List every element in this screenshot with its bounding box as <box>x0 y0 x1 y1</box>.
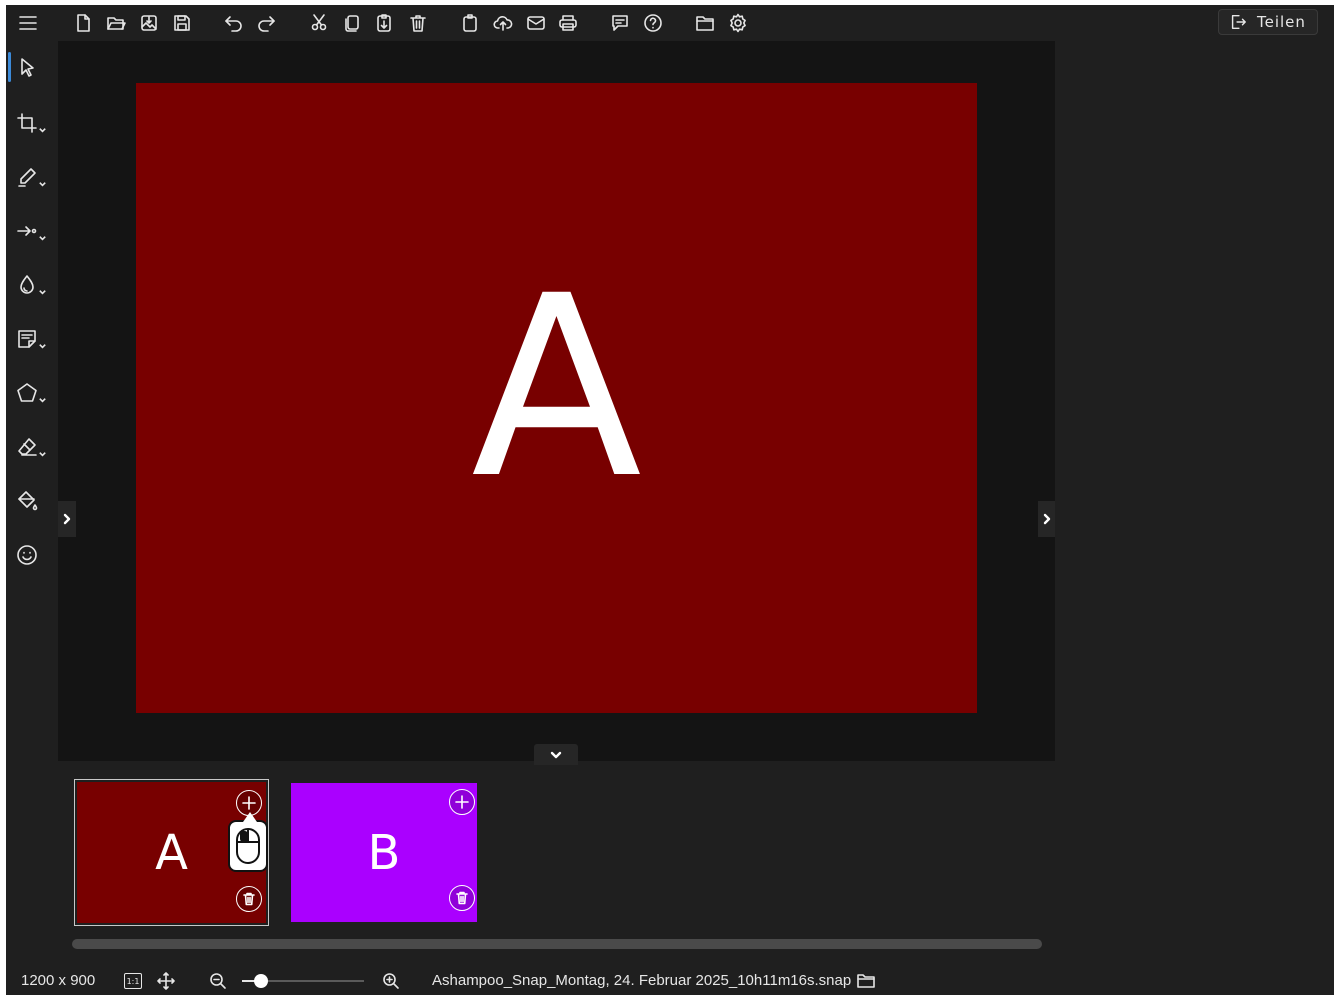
chevron-down-icon <box>39 343 46 349</box>
image-dimensions: 1200 x 900 <box>21 972 96 989</box>
chevron-down-icon <box>39 181 46 187</box>
chevron-down-icon <box>39 235 46 241</box>
thumbnail-letter: A <box>155 824 188 881</box>
paste-icon[interactable] <box>372 11 396 35</box>
upload-cloud-icon[interactable] <box>491 11 515 35</box>
new-file-icon[interactable] <box>71 11 95 35</box>
arrow-tool[interactable] <box>16 216 52 246</box>
email-icon[interactable] <box>524 11 548 35</box>
callout-pointer <box>243 812 257 822</box>
canvas-area[interactable]: A <box>58 41 1055 761</box>
chevron-down-icon <box>39 289 46 295</box>
share-label: Teilen <box>1257 13 1306 31</box>
save-icon[interactable] <box>170 11 194 35</box>
expand-left-panel-button[interactable] <box>58 501 76 537</box>
cut-icon[interactable] <box>307 11 331 35</box>
import-image-icon[interactable] <box>137 11 161 35</box>
smiley-icon <box>17 545 37 565</box>
note-tool[interactable] <box>16 324 52 354</box>
crop-tool[interactable] <box>16 108 52 138</box>
delete-icon[interactable] <box>406 11 430 35</box>
menu-icon[interactable] <box>16 11 40 35</box>
zoom-slider-handle[interactable] <box>253 974 268 988</box>
canvas-letter: A <box>470 242 643 533</box>
zoom-in-icon[interactable] <box>380 970 402 992</box>
cursor-arrow-icon <box>21 58 34 77</box>
eraser-tool[interactable] <box>16 432 52 462</box>
share-exit-icon <box>1231 14 1246 30</box>
right-panel <box>1055 41 1334 953</box>
active-tool-indicator <box>8 52 11 82</box>
crop-icon <box>17 113 37 133</box>
canvas-image[interactable]: A <box>136 83 977 713</box>
emoji-tool[interactable] <box>16 540 52 570</box>
collapse-strip-button[interactable] <box>534 744 578 766</box>
eraser-icon <box>18 438 37 456</box>
thumbnail-letter: B <box>367 824 401 881</box>
note-icon <box>18 330 36 348</box>
open-folder-icon[interactable] <box>104 11 128 35</box>
plus-icon <box>455 795 469 809</box>
redo-icon[interactable] <box>254 11 278 35</box>
chevron-right-icon <box>63 513 71 525</box>
chevron-right-icon <box>1043 513 1051 525</box>
open-folder-icon[interactable] <box>855 970 877 992</box>
zoom-out-icon[interactable] <box>207 970 229 992</box>
chevron-down-icon <box>550 751 562 759</box>
mouse-click-overlay <box>228 812 268 872</box>
thumbnail-scrollbar[interactable] <box>72 939 1042 949</box>
paint-bucket-icon <box>18 491 38 511</box>
add-thumbnail-button[interactable] <box>449 789 475 815</box>
clipboard-icon[interactable] <box>458 11 482 35</box>
top-toolbar: Teilen <box>6 5 1334 41</box>
undo-icon[interactable] <box>222 11 246 35</box>
print-icon[interactable] <box>556 11 580 35</box>
tool-column <box>6 41 58 953</box>
fill-tool[interactable] <box>16 486 52 516</box>
settings-icon[interactable] <box>726 11 750 35</box>
blur-tool[interactable] <box>16 270 52 300</box>
file-name: Ashampoo_Snap_Montag, 24. Februar 2025_1… <box>432 972 852 989</box>
plus-icon <box>242 796 256 810</box>
delete-thumbnail-button[interactable] <box>449 885 475 911</box>
fit-to-window-icon[interactable] <box>155 970 177 992</box>
pen-icon <box>18 168 36 187</box>
delete-thumbnail-button[interactable] <box>236 886 262 912</box>
zoom-slider-track[interactable] <box>252 980 364 982</box>
arrow-right-icon <box>17 226 37 236</box>
chevron-down-icon <box>39 451 46 457</box>
trash-icon <box>243 892 255 906</box>
mouse-icon <box>236 828 260 864</box>
share-button[interactable]: Teilen <box>1218 9 1318 35</box>
actual-size-button[interactable]: 1:1 <box>124 973 142 989</box>
help-icon[interactable] <box>641 11 665 35</box>
pen-tool[interactable] <box>16 162 52 192</box>
shape-tool[interactable] <box>16 378 52 408</box>
chevron-down-icon <box>39 397 46 403</box>
app-window: Teilen A A B 1200 x 900 1:1 Ashampoo_Sna… <box>6 5 1334 995</box>
copy-icon[interactable] <box>340 11 364 35</box>
expand-right-panel-button[interactable] <box>1038 501 1056 537</box>
feedback-icon[interactable] <box>608 11 632 35</box>
drop-icon <box>20 275 34 294</box>
pentagon-icon <box>17 383 37 402</box>
trash-icon <box>456 891 468 905</box>
chevron-down-icon <box>39 127 46 133</box>
status-bar: 1200 x 900 1:1 Ashampoo_Snap_Montag, 24.… <box>6 965 1334 995</box>
select-tool[interactable] <box>16 52 52 82</box>
thumbnail-b[interactable]: B <box>291 783 477 922</box>
folder-icon[interactable] <box>693 11 717 35</box>
